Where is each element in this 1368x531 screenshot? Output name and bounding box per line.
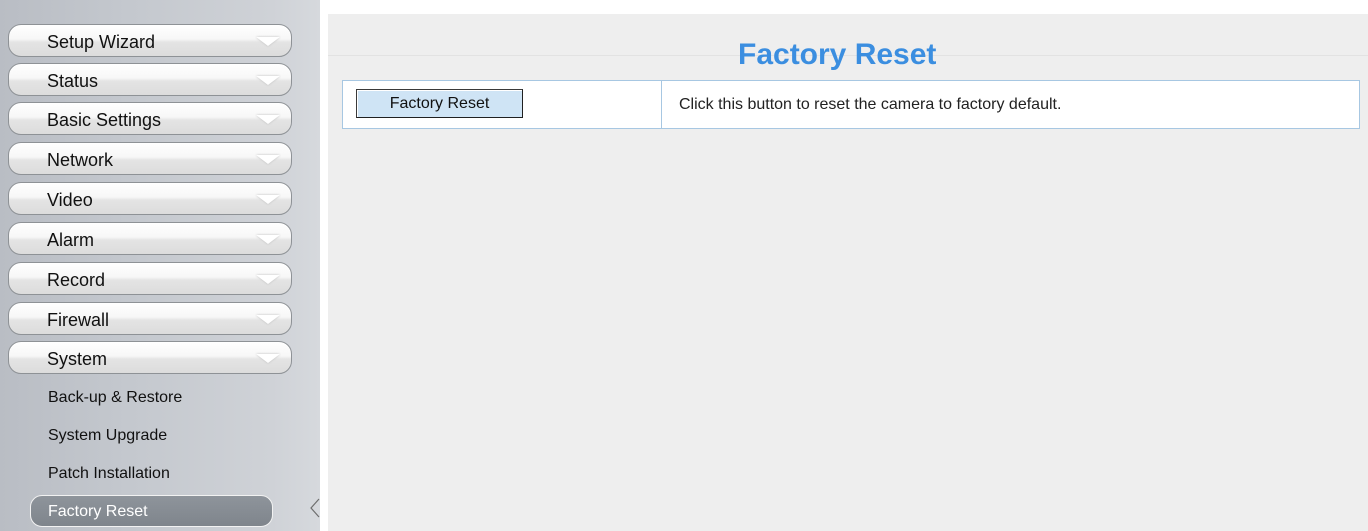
menu-network-label: Network <box>47 150 114 170</box>
chevron-down-icon <box>256 195 280 204</box>
main-panel: Factory Reset Factory Reset Click this b… <box>320 0 1368 531</box>
chevron-down-icon <box>256 315 280 324</box>
submenu-system-upgrade[interactable]: System Upgrade <box>48 427 167 445</box>
active-pointer-icon <box>310 498 320 518</box>
factory-reset-row: Factory Reset Click this button to reset… <box>342 80 1360 129</box>
submenu-patch-installation[interactable]: Patch Installation <box>48 465 170 483</box>
menu-video-label: Video <box>47 190 93 210</box>
row-divider <box>661 81 662 128</box>
chevron-down-icon <box>256 37 280 46</box>
chevron-down-icon <box>256 235 280 244</box>
menu-network[interactable]: Network <box>8 142 292 175</box>
menu-setup-wizard-label: Setup Wizard <box>47 32 156 52</box>
menu-system-label: System <box>47 349 108 369</box>
menu-basic-settings-label: Basic Settings <box>47 110 162 130</box>
menu-status[interactable]: Status <box>8 63 292 96</box>
sidebar: Setup Wizard Status Basic Settings Netwo… <box>0 0 320 531</box>
menu-setup-wizard[interactable]: Setup Wizard <box>8 24 292 57</box>
menu-record[interactable]: Record <box>8 262 292 295</box>
menu-video[interactable]: Video <box>8 182 292 215</box>
chevron-down-icon <box>256 155 280 164</box>
menu-basic-settings[interactable]: Basic Settings <box>8 102 292 135</box>
menu-system[interactable]: System <box>8 341 292 374</box>
chevron-down-icon <box>256 76 280 85</box>
chevron-down-icon <box>256 115 280 124</box>
menu-firewall[interactable]: Firewall <box>8 302 292 335</box>
menu-record-label: Record <box>47 270 106 290</box>
page-title: Factory Reset <box>738 38 937 71</box>
chevron-down-icon <box>256 275 280 284</box>
menu-firewall-label: Firewall <box>47 310 110 330</box>
menu-alarm[interactable]: Alarm <box>8 222 292 255</box>
submenu-factory-reset-label: Factory Reset <box>48 503 148 520</box>
submenu-factory-reset[interactable]: Factory Reset <box>30 495 273 527</box>
menu-alarm-label: Alarm <box>47 230 95 250</box>
chevron-down-icon <box>256 354 280 363</box>
menu-status-label: Status <box>47 71 99 91</box>
factory-reset-description: Click this button to reset the camera to… <box>679 96 1062 113</box>
submenu-backup-restore[interactable]: Back-up & Restore <box>48 389 182 407</box>
factory-reset-button[interactable]: Factory Reset <box>356 89 523 118</box>
